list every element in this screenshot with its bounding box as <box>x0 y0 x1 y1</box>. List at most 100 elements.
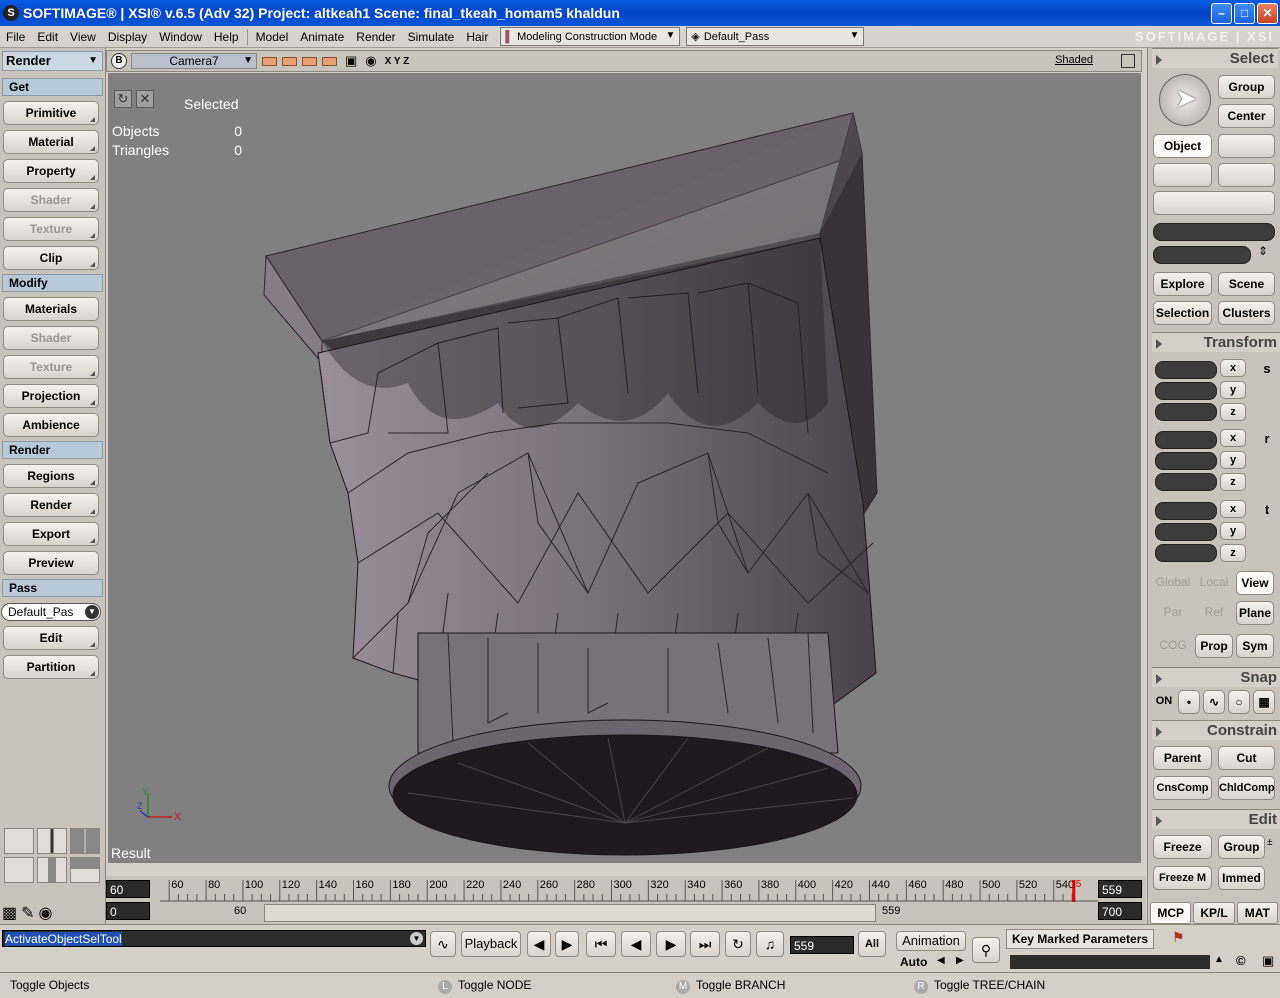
modify-shader-button[interactable]: Shader <box>3 326 99 350</box>
axis-toggles[interactable]: X Y Z <box>385 56 410 67</box>
camera-icon[interactable]: ▣ <box>345 53 357 69</box>
pass-select[interactable]: Default_Pas ▼ <box>1 603 101 621</box>
explore-button[interactable]: Explore <box>1153 272 1212 296</box>
translate-y-toggle[interactable]: y <box>1220 522 1246 540</box>
timeline-end-field[interactable]: 559 <box>1098 880 1142 898</box>
display-mode-menu[interactable]: Shaded <box>1055 54 1093 66</box>
selection-field[interactable] <box>1153 223 1275 241</box>
command-line-input[interactable]: ActivateObjectSelTool ▼ <box>2 930 426 947</box>
snap-grid-icon[interactable]: ▦ <box>1253 690 1275 714</box>
memo-cam-1[interactable] <box>262 56 277 66</box>
primitive-button[interactable]: Primitive <box>3 101 99 125</box>
construction-mode-combo[interactable]: ▌ Modeling Construction Mode ▼ <box>500 27 681 46</box>
scene-button[interactable]: Scene <box>1218 272 1275 296</box>
play-backward-icon[interactable]: ◀ <box>621 931 651 957</box>
menu-hair[interactable]: Hair <box>460 30 494 44</box>
export-button[interactable]: Export <box>3 522 99 546</box>
freeze-button[interactable]: Freeze <box>1153 835 1212 859</box>
menu-edit[interactable]: Edit <box>31 30 64 44</box>
material-button[interactable]: Material <box>3 130 99 154</box>
par-button[interactable]: Par <box>1153 601 1193 625</box>
timeline-ruler[interactable]: 60 80 100 120 140 160 180 200 220 240 260 280 300 320… <box>160 876 1098 902</box>
prev-key-icon[interactable]: ◀ <box>937 955 945 966</box>
sym-button[interactable]: Sym <box>1236 634 1274 658</box>
refresh-icon[interactable]: ↻ <box>114 90 132 108</box>
range-end-field[interactable]: 700 <box>1098 902 1142 920</box>
pass-combo[interactable]: ◈ Default_Pass ▼ <box>686 27 865 46</box>
layout-wide-icon[interactable] <box>70 857 100 883</box>
scale-x-field[interactable] <box>1155 361 1217 379</box>
select-arrow-button[interactable]: ➤ <box>1159 74 1211 126</box>
menu-animate[interactable]: Animate <box>294 30 350 44</box>
ref-button[interactable]: Ref <box>1195 601 1233 625</box>
snap-curve-icon[interactable]: ∿ <box>1203 690 1225 714</box>
shader-button[interactable]: Shader <box>3 188 99 212</box>
animation-menu[interactable]: Animation <box>896 931 966 951</box>
scale-s-button[interactable]: s <box>1261 361 1273 379</box>
lock-icon[interactable]: ▣ <box>1262 953 1274 969</box>
prev-frame-icon[interactable]: ◀ <box>527 931 551 957</box>
chldcomp-button[interactable]: ChldComp <box>1218 776 1275 800</box>
play-forward-icon[interactable]: ▶ <box>656 931 686 957</box>
selection-field-2[interactable] <box>1153 246 1251 264</box>
wand-icon[interactable]: ✎ <box>21 903 34 923</box>
memo-cam-2[interactable] <box>282 56 297 66</box>
regions-button[interactable]: Regions <box>3 464 99 488</box>
rotate-x-toggle[interactable]: x <box>1220 429 1246 447</box>
current-frame-field[interactable]: 559 <box>790 936 854 954</box>
select-object-button[interactable]: Object <box>1153 134 1212 158</box>
palette-icon[interactable]: ◉ <box>39 903 53 923</box>
snap-panel-title[interactable]: Snap <box>1152 667 1280 687</box>
immed-button[interactable]: Immed <box>1218 866 1265 890</box>
script-editor-icon[interactable]: ∿ <box>430 931 456 957</box>
property-button[interactable]: Property <box>3 159 99 183</box>
local-button[interactable]: Local <box>1195 571 1233 595</box>
freeze-m-button[interactable]: Freeze M <box>1153 866 1212 890</box>
plus-minus-icon[interactable]: ± <box>1267 837 1273 848</box>
key-icon[interactable]: ⚲ <box>972 937 1000 963</box>
menu-file[interactable]: File <box>0 30 31 44</box>
animation-marker-bar[interactable] <box>1010 955 1210 969</box>
close-button[interactable]: ✕ <box>1257 3 1278 24</box>
rotate-z-toggle[interactable]: z <box>1220 473 1246 491</box>
select-blank-button-3[interactable] <box>1218 163 1275 187</box>
select-blank-button-1[interactable] <box>1218 134 1275 158</box>
constrain-panel-title[interactable]: Constrain <box>1152 720 1280 740</box>
constraint-c-icon[interactable]: © <box>1236 953 1246 968</box>
viewport-b-button[interactable]: B <box>111 53 127 69</box>
cut-button[interactable]: Cut <box>1218 746 1275 770</box>
rotate-r-button[interactable]: r <box>1261 431 1273 449</box>
minimize-button[interactable]: – <box>1211 3 1232 24</box>
render-button[interactable]: Render <box>3 493 99 517</box>
selection-button[interactable]: Selection <box>1153 301 1212 325</box>
menu-window[interactable]: Window <box>153 30 208 44</box>
scale-z-field[interactable] <box>1155 403 1217 421</box>
range-bar[interactable] <box>264 904 876 922</box>
materials-button[interactable]: Materials <box>3 297 99 321</box>
range-start-field[interactable]: 0 <box>106 902 150 920</box>
snap-on-toggle[interactable]: ON <box>1153 690 1175 714</box>
plane-button[interactable]: Plane <box>1236 601 1274 625</box>
projection-button[interactable]: Projection <box>3 384 99 408</box>
memo-cam-3[interactable] <box>302 56 317 66</box>
partition-button[interactable]: Partition <box>3 655 99 679</box>
cog-button[interactable]: COG <box>1153 634 1193 658</box>
camera-selector[interactable]: Camera7 ▼ <box>131 53 257 69</box>
scale-y-field[interactable] <box>1155 382 1217 400</box>
menu-simulate[interactable]: Simulate <box>402 30 461 44</box>
scale-z-toggle[interactable]: z <box>1220 403 1246 421</box>
layout-timeline-icon[interactable] <box>4 857 34 883</box>
next-key-icon[interactable]: ▶ <box>956 955 964 966</box>
layout-quad-icon[interactable] <box>70 828 100 854</box>
timeline-start-field[interactable]: 60 <box>106 880 150 898</box>
maximize-button[interactable]: □ <box>1234 3 1255 24</box>
loop-icon[interactable]: ↻ <box>725 931 751 957</box>
tab-kpl[interactable]: KP/L <box>1193 902 1235 924</box>
parent-button[interactable]: Parent <box>1153 746 1212 770</box>
select-filter-combo[interactable] <box>1153 191 1275 215</box>
translate-t-button[interactable]: t <box>1261 502 1273 520</box>
first-frame-icon[interactable]: ⏮ <box>586 931 616 957</box>
key-marked-parameters-button[interactable]: Key Marked Parameters <box>1006 929 1154 949</box>
menu-display[interactable]: Display <box>102 30 153 44</box>
translate-x-toggle[interactable]: x <box>1220 500 1246 518</box>
